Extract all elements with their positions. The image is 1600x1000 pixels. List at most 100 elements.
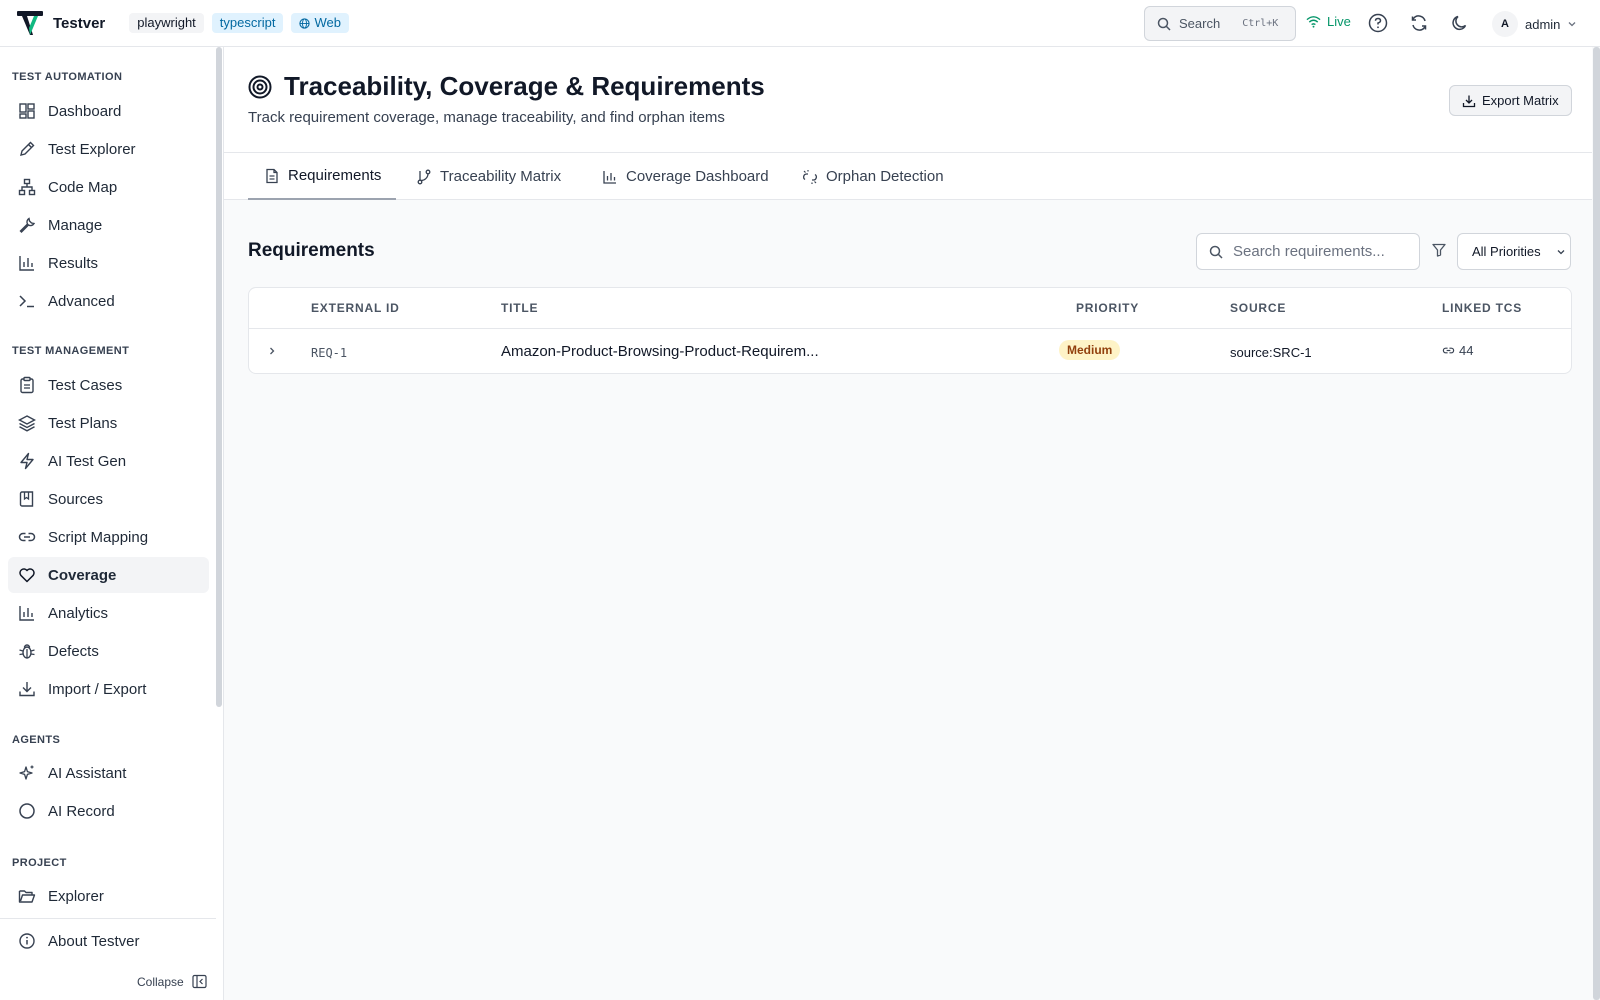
sidebar-item-sources[interactable]: Sources [8,481,209,517]
column-header-source[interactable]: SOURCE [1230,301,1286,315]
sidebar-scrollbar[interactable] [216,47,222,707]
sidebar-item-ai-record[interactable]: AI Record [8,793,209,829]
sidebar-item-label: AI Assistant [48,764,127,782]
tab-orphan-detection[interactable]: Orphan Detection [802,153,944,200]
folder-icon [18,890,36,903]
sidebar-item-test-cases[interactable]: Test Cases [8,367,209,403]
column-header-priority[interactable]: PRIORITY [1076,301,1139,315]
tab-requirements[interactable]: Requirements [248,153,397,200]
page-title: Traceability, Coverage & Requirements [284,71,765,101]
info-icon [19,933,35,949]
wifi-icon [1306,16,1321,28]
sidebar-item-analytics[interactable]: Analytics [8,595,209,631]
tab-label: Requirements [288,167,382,184]
requirements-search-input[interactable] [1233,243,1403,260]
export-matrix-button[interactable]: Export Matrix [1449,85,1572,116]
live-indicator[interactable]: Live [1306,14,1351,29]
broken-link-icon [803,169,817,184]
sidebar-item-label: About Testver [48,932,140,950]
heart-icon [19,568,35,583]
sidebar-item-coverage[interactable]: Coverage [8,557,209,593]
platform-tag-label: Web [314,15,341,30]
sidebar-item-code-map[interactable]: Code Map [8,169,209,205]
column-header-linked-tcs[interactable]: LINKED TCS [1442,301,1522,315]
sidebar-item-manage[interactable]: Manage [8,207,209,243]
requirement-title[interactable]: Amazon-Product-Browsing-Product-Requirem… [501,343,819,360]
sidebar-item-label: Coverage [48,566,117,584]
code-map-icon [18,178,36,196]
priority-badge: Medium [1059,340,1121,360]
table-row[interactable]: REQ-1 Amazon-Product-Browsing-Product-Re… [249,329,1571,374]
chevron-down-icon [1557,250,1565,255]
tab-label: Coverage Dashboard [626,168,769,185]
tab-coverage-dashboard[interactable]: Coverage Dashboard [602,153,769,200]
chevron-right-icon[interactable] [267,346,277,356]
column-header-title[interactable]: TITLE [501,301,538,315]
section-test-automation: TEST AUTOMATION [12,71,123,83]
sidebar-item-import-export[interactable]: Import / Export [8,671,209,707]
terminal-icon [19,295,34,308]
sidebar-item-about[interactable]: About Testver [8,923,209,959]
sidebar-item-results[interactable]: Results [8,245,209,281]
collapse-label: Collapse [137,974,184,989]
priority-filter-value: All Priorities [1472,244,1541,259]
sidebar-item-ai-assistant[interactable]: AI Assistant [8,755,209,791]
linked-tcs-count[interactable]: 44 [1442,343,1473,358]
sidebar-item-ai-test-gen[interactable]: AI Test Gen [8,443,209,479]
target-icon [248,75,272,98]
requirement-source: source:SRC-1 [1230,345,1312,360]
moon-icon[interactable] [1450,13,1470,33]
chevron-down-icon [1568,22,1576,27]
filter-icon[interactable] [1431,242,1447,258]
section-project: PROJECT [12,857,67,869]
table-header: EXTERNAL ID TITLE PRIORITY SOURCE LINKED… [249,288,1571,329]
tab-label: Orphan Detection [826,168,944,185]
dashboard-icon [19,103,35,119]
bar-chart-icon [603,170,616,184]
sidebar-item-test-explorer[interactable]: Test Explorer [8,131,209,167]
book-icon [19,491,34,507]
sidebar-item-explorer[interactable]: Explorer [8,878,209,914]
sidebar-item-dashboard[interactable]: Dashboard [8,93,209,129]
pencil-icon [20,141,35,156]
priority-filter-select[interactable]: All Priorities [1457,233,1571,270]
global-search-button[interactable]: Search Ctrl+K [1144,6,1296,41]
platform-tag: Web [291,13,349,33]
bar-chart-icon [19,256,34,271]
search-label: Search [1179,16,1221,31]
sidebar-item-label: Analytics [48,604,109,622]
sidebar-item-script-mapping[interactable]: Script Mapping [8,519,209,555]
main-scrollbar[interactable] [1593,47,1600,1000]
sidebar-item-defects[interactable]: Defects [8,633,209,669]
sidebar-item-advanced[interactable]: Advanced [8,283,209,319]
tab-traceability-matrix[interactable]: Traceability Matrix [416,153,561,200]
user-name: admin [1525,16,1561,32]
refresh-icon[interactable] [1409,13,1429,33]
sidebar-item-label: Sources [48,490,104,508]
sidebar-item-label: Results [48,254,99,272]
link-icon [1442,347,1455,354]
requirements-table: EXTERNAL ID TITLE PRIORITY SOURCE LINKED… [248,287,1572,374]
sidebar-divider [0,918,216,919]
sidebar-item-label: Test Plans [48,414,118,432]
sidebar-item-test-plans[interactable]: Test Plans [8,405,209,441]
live-label: Live [1327,14,1351,29]
user-menu[interactable]: A admin [1492,11,1577,37]
collapse-sidebar-button[interactable]: Collapse [137,974,207,989]
circle-icon [19,803,35,819]
tab-bar: Requirements Traceability Matrix Coverag… [224,153,1592,200]
top-bar: Testver playwright typescript Web Search… [0,0,1600,47]
section-agents: AGENTS [12,734,61,746]
linked-tcs-value: 44 [1459,343,1474,358]
requirements-search[interactable] [1196,233,1420,270]
brand[interactable]: Testver [16,9,105,37]
sidebar-item-label: Test Explorer [48,140,136,158]
layers-icon [18,415,36,432]
bar-chart-icon [19,606,34,621]
language-tag: typescript [211,13,284,33]
help-icon[interactable] [1368,13,1388,33]
column-header-external-id[interactable]: EXTERNAL ID [311,301,400,315]
sidebar-item-label: AI Record [48,802,115,820]
sidebar-item-label: Import / Export [48,680,147,698]
requirement-external-id: REQ-1 [311,346,348,360]
